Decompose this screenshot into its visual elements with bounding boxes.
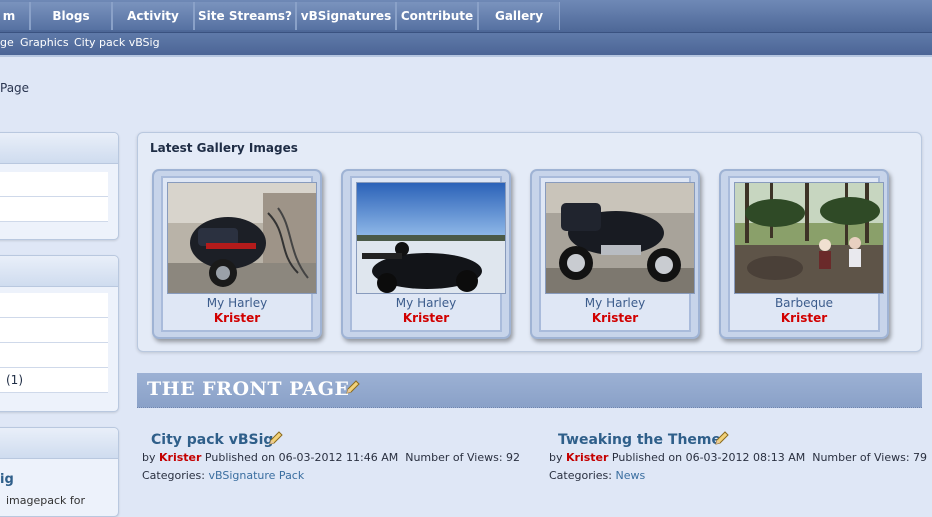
front-page-header: THE FRONT PAGE — [137, 373, 922, 408]
published-date: Published on 06-03-2012 11:46 AM — [204, 451, 399, 464]
sidebar-block-header — [0, 428, 118, 459]
sidebar-article-link[interactable]: ig — [0, 472, 14, 487]
categories-label: Categories: — [142, 469, 205, 482]
article-author[interactable]: Krister — [159, 451, 201, 464]
by-label: by — [549, 451, 563, 464]
sidebar-row[interactable] — [0, 197, 108, 222]
sidebar-row-count[interactable]: (1) — [0, 368, 108, 393]
sidebar-row[interactable] — [0, 293, 108, 318]
top-navigation: m Blogs Activity Site Streams? vBSignatu… — [0, 0, 932, 33]
sidebar-block-2: (1) — [0, 255, 119, 412]
gallery-thumbnail-harley-side[interactable] — [545, 182, 695, 294]
category-link[interactable]: vBSignature Pack — [209, 469, 305, 482]
tab-contribute[interactable]: Contribute — [396, 2, 478, 30]
tab-vbsignatures[interactable]: vBSignatures — [296, 2, 396, 30]
pencil-icon[interactable] — [345, 379, 361, 395]
sidebar-row[interactable] — [0, 343, 108, 368]
gallery-item[interactable]: My Harley Krister — [530, 169, 700, 339]
subnav-link-graphics[interactable]: Graphics — [20, 36, 69, 49]
categories-label: Categories: — [549, 469, 612, 482]
sidebar-row[interactable] — [0, 172, 108, 197]
sidebar-count: (1) — [6, 373, 23, 387]
article-meta: by Krister Published on 06-03-2012 08:13… — [549, 451, 927, 464]
sidebar-block-header — [0, 133, 118, 164]
article-categories: Categories: News — [549, 469, 645, 482]
gallery-item-author[interactable]: Krister — [352, 311, 500, 325]
gallery-item[interactable]: My Harley Krister — [341, 169, 511, 339]
pencil-icon[interactable] — [268, 430, 284, 446]
sidebar-row[interactable] — [0, 318, 108, 343]
sidebar-block-header — [0, 256, 118, 287]
by-label: by — [142, 451, 156, 464]
published-date: Published on 06-03-2012 08:13 AM — [611, 451, 806, 464]
gallery-item-title[interactable]: Barbeque — [730, 296, 878, 310]
tab-gallery[interactable]: Gallery — [478, 2, 560, 30]
motorcycle-side-photo — [546, 183, 694, 293]
gallery-item-title[interactable]: My Harley — [541, 296, 689, 310]
front-page-title: THE FRONT PAGE — [147, 378, 350, 400]
article-categories: Categories: vBSignature Pack — [142, 469, 304, 482]
gallery-item[interactable]: Barbeque Krister — [719, 169, 889, 339]
tab-site-streams[interactable]: Site Streams? — [194, 2, 296, 30]
tab-home[interactable]: m — [0, 2, 30, 30]
gallery-item-author[interactable]: Krister — [730, 311, 878, 325]
tab-blogs[interactable]: Blogs — [30, 2, 112, 30]
subnav-link-home[interactable]: ge — [0, 36, 14, 49]
gallery-item-title[interactable]: My Harley — [352, 296, 500, 310]
gallery-item-title[interactable]: My Harley — [163, 296, 311, 310]
tab-activity[interactable]: Activity — [112, 2, 194, 30]
pencil-icon[interactable] — [714, 430, 730, 446]
gallery-title: Latest Gallery Images — [150, 141, 298, 155]
motorcycle-photo — [168, 183, 316, 293]
gallery-thumbnail-barbeque[interactable] — [734, 182, 884, 294]
breadcrumb: Page — [0, 81, 30, 95]
sidebar-block-1 — [0, 132, 119, 240]
article-title-city-pack[interactable]: City pack vBSig — [151, 432, 273, 448]
gallery-item-author[interactable]: Krister — [541, 311, 689, 325]
gallery-item-author[interactable]: Krister — [163, 311, 311, 325]
subnav-link-city-pack[interactable]: City pack vBSig — [74, 36, 160, 49]
gallery-thumbnail-harley-garage[interactable] — [167, 182, 317, 294]
latest-gallery-images: Latest Gallery Images My Harley Krister … — [137, 132, 922, 352]
sub-navigation: ge Graphics City pack vBSig — [0, 33, 932, 57]
view-count: Number of Views: 92 — [405, 451, 521, 464]
view-count: Number of Views: 79 — [812, 451, 928, 464]
article-author[interactable]: Krister — [566, 451, 608, 464]
category-link[interactable]: News — [616, 469, 646, 482]
gallery-item[interactable]: My Harley Krister — [152, 169, 322, 339]
gallery-thumbnail-harley-lake[interactable] — [356, 182, 506, 294]
article-meta: by Krister Published on 06-03-2012 11:46… — [142, 451, 520, 464]
article-title-tweaking-theme[interactable]: Tweaking the Theme — [558, 432, 721, 448]
barbeque-photo — [735, 183, 883, 293]
lake-photo — [357, 183, 505, 293]
